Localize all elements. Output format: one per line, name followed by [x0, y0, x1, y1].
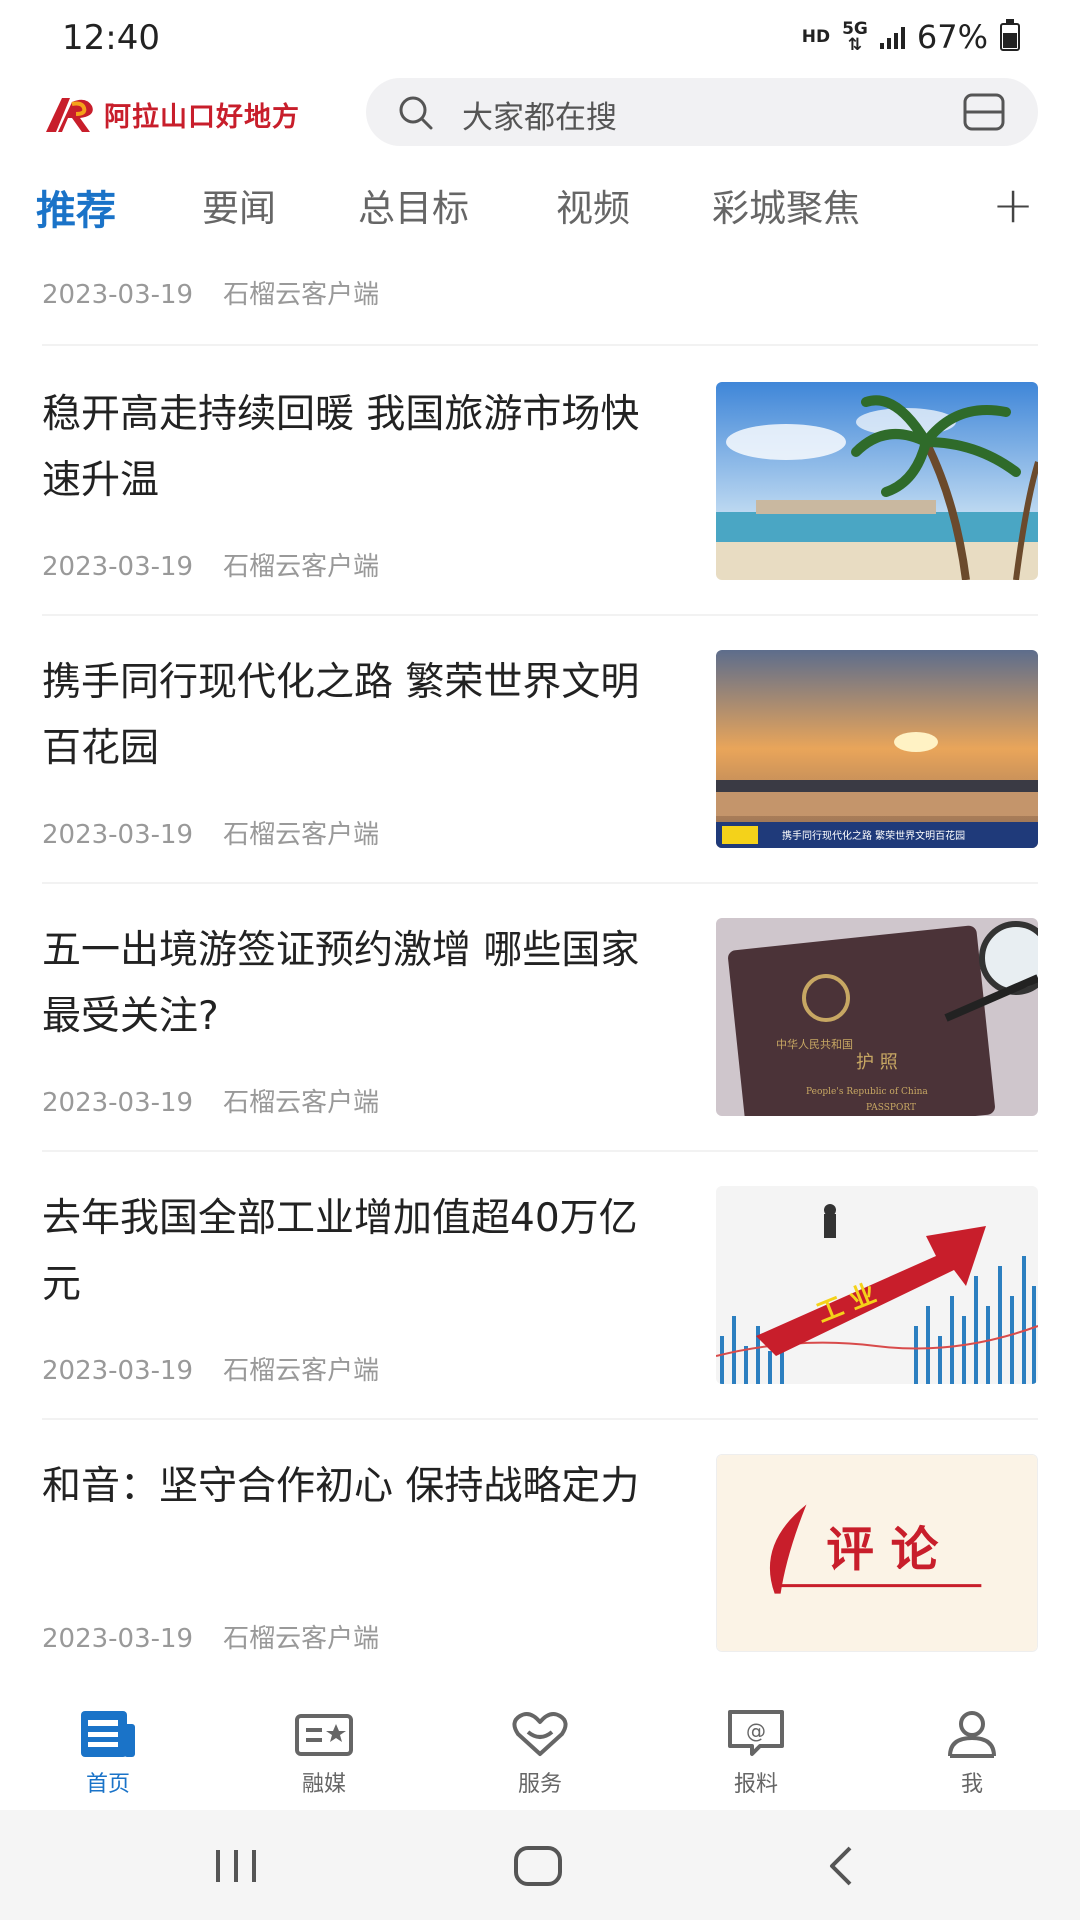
commentary-label: 评 论: [826, 1522, 938, 1578]
home-icon[interactable]: [508, 1844, 568, 1888]
list-item[interactable]: 稳开高走持续回暖 我国旅游市场快速升温 2023-03-19 石榴云客户端: [0, 382, 1080, 649]
heart-icon: [512, 1712, 568, 1756]
article-title: 五一出境游签证预约激增 哪些国家最受关注?: [42, 928, 640, 1039]
article-meta: 2023-03-19 石榴云客户端: [42, 546, 379, 583]
nav-label: 报料: [733, 1772, 778, 1797]
article-thumbnail: [716, 382, 1038, 580]
tab-overall-goal[interactable]: 总目标: [358, 178, 469, 232]
article-title: 稳开高走持续回暖 我国旅游市场快速升温: [42, 392, 640, 503]
list-item[interactable]: 携手同行现代化之路 繁荣世界文明百花园 2023-03-19 石榴云客户端 携手同…: [0, 650, 1080, 917]
status-bar: 12:40 HD 5G ⇅ 67%: [0, 0, 1080, 78]
nav-service[interactable]: 服务: [480, 1708, 600, 1798]
passport-title: 护 照: [856, 1052, 898, 1073]
article-date: 2023-03-19: [42, 820, 194, 850]
scan-icon[interactable]: [962, 92, 1006, 132]
news-feed[interactable]: 2023-03-19 石榴云客户端 稳开高走持续回暖 我国旅游市场快速升温 202…: [0, 256, 1080, 1686]
article-meta: 2023-03-19 石榴云客户端: [42, 1082, 379, 1119]
article-source: 石榴云客户端: [223, 1088, 380, 1118]
bottom-nav: 首页 融媒 服务 @ 报料 我: [0, 1686, 1080, 1810]
divider: [42, 882, 1038, 884]
battery-icon: [1000, 19, 1020, 51]
search-placeholder: 大家都在搜: [462, 100, 617, 136]
signal-icon: [879, 25, 905, 49]
article-date: 2023-03-19: [42, 1624, 194, 1654]
nav-home[interactable]: 首页: [48, 1708, 168, 1798]
svg-text:@: @: [746, 1719, 766, 1743]
user-icon: [948, 1711, 996, 1758]
passport-english: People's Republic of China: [806, 1087, 928, 1097]
logo-text: 阿拉山口好地方: [104, 101, 300, 132]
article-source: 石榴云客户端: [223, 820, 380, 850]
article-source: 石榴云客户端: [223, 1624, 380, 1654]
tab-caicheng-focus[interactable]: 彩城聚焦: [712, 178, 860, 232]
logo-mark-icon: [46, 98, 93, 132]
app-logo[interactable]: 阿拉山口好地方: [42, 92, 300, 136]
article-date: 2023-03-19: [42, 1088, 194, 1118]
divider: [42, 1150, 1038, 1152]
article-thumbnail: 携手同行现代化之路 繁荣世界文明百花园: [716, 650, 1038, 848]
article-meta: 2023-03-19 石榴云客户端: [42, 1618, 379, 1655]
divider: [42, 614, 1038, 616]
tab-video[interactable]: 视频: [556, 178, 630, 232]
chat-at-icon: @: [728, 1710, 784, 1756]
system-nav-bar: [0, 1810, 1080, 1920]
thumbnail-caption: 携手同行现代化之路 繁荣世界文明百花园: [782, 829, 965, 842]
article-date: 2023-03-19: [42, 280, 194, 310]
add-channel-icon[interactable]: +: [992, 176, 1034, 234]
tab-recommend[interactable]: 推荐: [36, 178, 116, 236]
nav-media[interactable]: 融媒: [264, 1708, 384, 1798]
app-header: 阿拉山口好地方 大家都在搜: [0, 78, 1080, 168]
article-date: 2023-03-19: [42, 1356, 194, 1386]
search-icon: [399, 96, 433, 130]
status-icons: HD 5G ⇅ 67%: [802, 18, 1020, 56]
nav-label: 融媒: [301, 1772, 346, 1797]
divider: [42, 1418, 1038, 1420]
nav-label: 我: [960, 1772, 983, 1797]
article-source: 石榴云客户端: [223, 1356, 380, 1386]
network-5g-icon: 5G ⇅: [842, 19, 868, 55]
list-item[interactable]: 和音：坚守合作初心 保持战略定力 2023-03-19 石榴云客户端 评 论: [0, 1454, 1080, 1686]
article-source: 石榴云客户端: [223, 280, 380, 310]
status-time: 12:40: [62, 18, 160, 58]
battery-percent: 67%: [916, 18, 988, 56]
back-icon[interactable]: [812, 1844, 872, 1888]
article-meta: 2023-03-19 石榴云客户端: [42, 814, 379, 851]
media-card-icon: [295, 1714, 353, 1756]
recent-apps-icon[interactable]: [206, 1844, 266, 1888]
tab-headlines[interactable]: 要闻: [202, 178, 276, 232]
list-item[interactable]: 去年我国全部工业增加值超40万亿元 2023-03-19 石榴云客户端 工 业: [0, 1186, 1080, 1453]
nav-label: 服务: [517, 1772, 562, 1797]
article-title: 去年我国全部工业增加值超40万亿元: [42, 1196, 638, 1307]
article-date: 2023-03-19: [42, 552, 194, 582]
channel-tabs: 推荐 要闻 总目标 视频 彩城聚焦 +: [0, 168, 1080, 256]
list-item-meta: 2023-03-19 石榴云客户端: [42, 274, 379, 311]
article-title: 和音：坚守合作初心 保持战略定力: [42, 1464, 640, 1509]
search-input[interactable]: 大家都在搜: [366, 78, 1038, 146]
nav-report[interactable]: @ 报料: [696, 1708, 816, 1798]
news-icon: [81, 1711, 135, 1757]
nav-label: 首页: [85, 1772, 130, 1797]
article-thumbnail: 评 论: [716, 1454, 1038, 1652]
article-source: 石榴云客户端: [223, 552, 380, 582]
divider: [42, 344, 1038, 346]
article-thumbnail: 工 业: [716, 1186, 1038, 1384]
article-thumbnail: 中华人民共和国 护 照 People's Republic of China P…: [716, 918, 1038, 1116]
passport-text: 中华人民共和国: [776, 1037, 853, 1051]
article-title: 携手同行现代化之路 繁荣世界文明百花园: [42, 660, 640, 771]
nav-me[interactable]: 我: [912, 1708, 1032, 1798]
article-meta: 2023-03-19 石榴云客户端: [42, 1350, 379, 1387]
list-item[interactable]: 五一出境游签证预约激增 哪些国家最受关注? 2023-03-19 石榴云客户端 中…: [0, 918, 1080, 1185]
network-label: 5G: [842, 19, 868, 39]
hd-indicator: HD: [801, 27, 831, 47]
passport-label: PASSPORT: [866, 1103, 916, 1113]
